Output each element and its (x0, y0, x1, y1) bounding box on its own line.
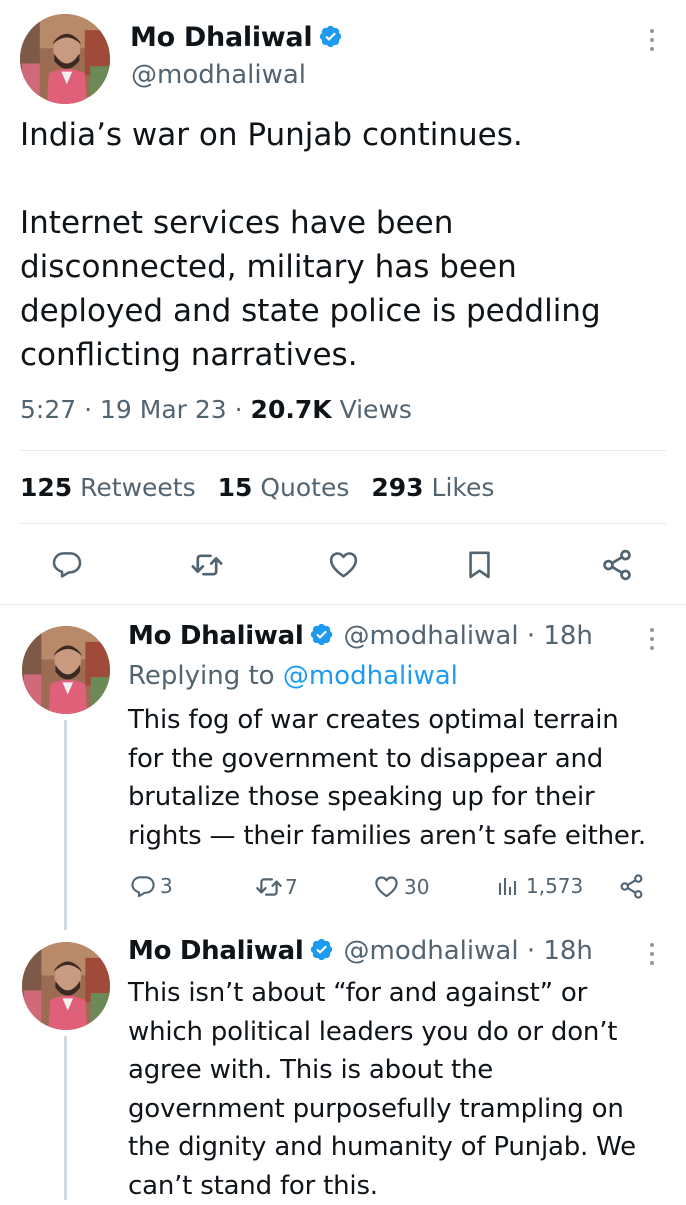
likes-count: 293 (371, 473, 423, 502)
reply-line: can’t stand for this. (128, 1167, 678, 1205)
quotes-label: Quotes (260, 473, 349, 502)
quotes-count: 15 (218, 473, 253, 502)
reply-line: This isn’t about “for and against” or (128, 974, 678, 1013)
reply-line: This fog of war creates optimal terrain (128, 701, 678, 740)
retweet-icon[interactable] (190, 548, 224, 582)
replying-to: Replying to @modhaliwal (128, 661, 458, 691)
tweet-line-3: disconnected, military has been (20, 245, 670, 289)
views-label: Views (340, 395, 412, 424)
author-name-row: Mo Dhaliwal (130, 22, 343, 53)
views-count: 20.7K (251, 395, 332, 424)
divider (20, 523, 666, 524)
view-count: 1,573 (526, 874, 583, 898)
thread-line (64, 1036, 67, 1200)
reply-author-name[interactable]: Mo Dhaliwal (128, 621, 303, 651)
reply-line: brutalize those speaking up for their (128, 778, 678, 817)
heart-icon (373, 873, 400, 900)
tweet-meta: 5:27 · 19 Mar 23 · 20.7K Views (20, 395, 412, 424)
reply-handle-time[interactable]: @modhaliwal · 18h (344, 936, 593, 966)
reply-line: for the government to disappear and (128, 740, 678, 779)
tweet-time[interactable]: 5:27 (20, 395, 76, 424)
like-button[interactable]: 30 (373, 873, 429, 900)
reply-avatar[interactable] (22, 942, 110, 1030)
verified-badge-icon (309, 937, 334, 962)
reply-handle-time[interactable]: @modhaliwal · 18h (344, 621, 593, 651)
reply-bubble-icon[interactable] (51, 548, 83, 580)
reply-line: the dignity and humanity of Punjab. We (128, 1128, 678, 1167)
more-vertical-icon[interactable] (649, 943, 655, 970)
verified-badge-icon (309, 622, 334, 647)
retweets-label: Retweets (80, 473, 195, 502)
views-bar-chart-icon (496, 873, 520, 899)
likes-stat[interactable]: 293 Likes (371, 473, 494, 502)
share-icon[interactable] (600, 548, 634, 582)
replying-to-label: Replying to (128, 661, 283, 691)
reply-line: government purposefully trampling on (128, 1090, 678, 1129)
views-button[interactable]: 1,573 (496, 873, 583, 899)
reply-header: Mo Dhaliwal @modhaliwal · 18h (128, 936, 593, 966)
bookmark-icon[interactable] (463, 548, 496, 581)
reply-text: This isn’t about “for and against” or wh… (128, 974, 678, 1205)
tweet-line-2: Internet services have been (20, 201, 670, 245)
reply-header: Mo Dhaliwal @modhaliwal · 18h (128, 621, 593, 651)
divider (20, 450, 666, 451)
retweet-icon (255, 873, 283, 901)
author-name[interactable]: Mo Dhaliwal (130, 22, 312, 53)
tweet-paragraph-1: India’s war on Punjab continues. (20, 113, 670, 157)
likes-label: Likes (432, 473, 495, 502)
reply-line: agree with. This is about the (128, 1051, 678, 1090)
retweets-count: 125 (20, 473, 72, 502)
reply-text: This fog of war creates optimal terrain … (128, 701, 678, 855)
replying-to-handle[interactable]: @modhaliwal (283, 661, 458, 691)
tweet-line-4: deployed and state police is peddling (20, 289, 670, 333)
reply-count: 3 (160, 874, 173, 898)
quotes-stat[interactable]: 15 Quotes (218, 473, 350, 502)
retweets-stat[interactable]: 125 Retweets (20, 473, 196, 502)
reply-bubble-icon (130, 873, 156, 899)
verified-badge-icon (318, 24, 343, 49)
tweet-line-5: conflicting narratives. (20, 333, 670, 377)
reply-line: rights — their families aren’t safe eith… (128, 817, 678, 856)
meta-separator: · (235, 395, 243, 424)
meta-separator: · (84, 395, 92, 424)
author-handle[interactable]: @modhaliwal (131, 60, 306, 90)
reply-line: which political leaders you do or don’t (128, 1013, 678, 1052)
thread-line (64, 720, 67, 930)
reply-avatar[interactable] (22, 626, 110, 714)
more-vertical-icon[interactable] (649, 29, 655, 56)
engagement-stats: 125 Retweets 15 Quotes 293 Likes (20, 473, 494, 502)
reply-author-name[interactable]: Mo Dhaliwal (128, 936, 303, 966)
heart-icon[interactable] (327, 548, 360, 581)
more-vertical-icon[interactable] (649, 628, 655, 655)
tweet-date[interactable]: 19 Mar 23 (100, 395, 227, 424)
retweet-count: 7 (285, 875, 298, 899)
reply-button[interactable]: 3 (130, 873, 173, 899)
retweet-button[interactable]: 7 (255, 873, 298, 901)
divider (0, 604, 686, 605)
share-icon[interactable] (618, 873, 645, 900)
author-avatar[interactable] (20, 14, 110, 104)
like-count: 30 (404, 875, 429, 899)
tweet-text: India’s war on Punjab continues. Interne… (20, 113, 670, 377)
